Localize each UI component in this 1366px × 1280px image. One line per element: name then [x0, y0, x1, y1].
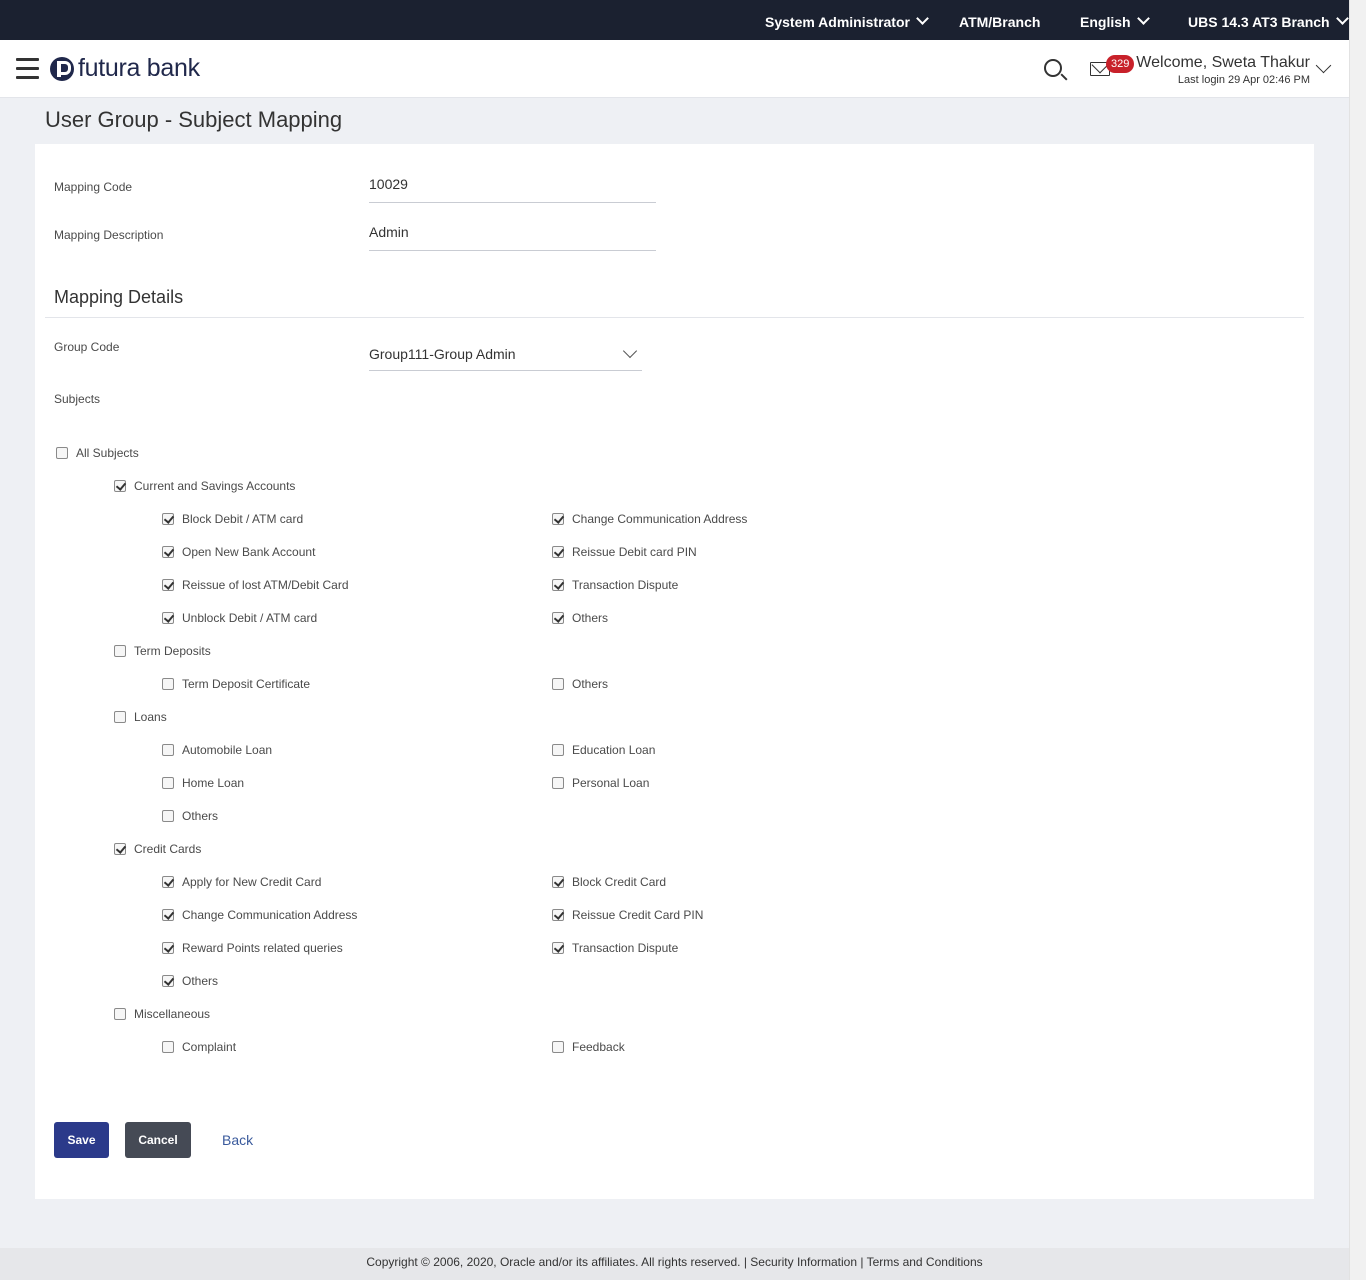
all-subjects-label: All Subjects	[76, 446, 139, 460]
subject-label: Transaction Dispute	[572, 941, 679, 955]
mapping-form-card: Mapping Code 10029 Mapping Description A…	[35, 144, 1314, 1199]
category-checkbox[interactable]	[114, 711, 126, 723]
subject-checkbox[interactable]	[552, 513, 564, 525]
subject-checkbox[interactable]	[552, 909, 564, 921]
subject-checkbox[interactable]	[552, 876, 564, 888]
subject-label: Others	[182, 974, 219, 988]
subject-label: Term Deposit Certificate	[182, 677, 311, 691]
subject-checkbox[interactable]	[162, 744, 174, 756]
hamburger-menu-icon[interactable]	[16, 58, 39, 80]
group-code-select[interactable]: Group111-Group Admin	[369, 344, 642, 371]
category-label: Loans	[134, 710, 167, 724]
role-label: System Administrator	[765, 14, 910, 30]
all-subjects-checkbox[interactable]	[56, 447, 68, 459]
category-label: Miscellaneous	[134, 1007, 211, 1021]
subject-label: Automobile Loan	[182, 743, 273, 757]
chevron-down-icon	[1335, 12, 1349, 25]
section-divider	[45, 317, 1304, 318]
chevron-down-icon	[916, 12, 929, 25]
app-header: futura bank 329 Welcome, Sweta Thakur La…	[0, 40, 1349, 98]
subject-checkbox[interactable]	[552, 1041, 564, 1053]
subject-label: Apply for New Credit Card	[182, 875, 322, 889]
top-bar: System Administrator ATM/Branch English …	[0, 0, 1349, 40]
subject-label: Others	[182, 809, 219, 823]
subject-checkbox[interactable]	[162, 942, 174, 954]
footer-text: Copyright © 2006, 2020, Oracle and/or it…	[366, 1255, 983, 1269]
notification-badge[interactable]: 329	[1106, 55, 1135, 73]
subject-label: Complaint	[182, 1040, 237, 1054]
subject-checkbox[interactable]	[162, 513, 174, 525]
mapping-description-field: Admin	[369, 222, 656, 251]
mapping-code-field: 10029	[369, 174, 656, 203]
role-dropdown[interactable]: System Administrator	[765, 0, 929, 40]
entity-label: UBS 14.3 AT3 Branch	[1188, 14, 1330, 30]
subject-label: Others	[572, 677, 609, 691]
subject-label: Block Credit Card	[572, 875, 667, 889]
subject-label: Reward Points related queries	[182, 941, 343, 955]
logo-text: futura bank	[78, 54, 200, 82]
back-link[interactable]: Back	[222, 1132, 253, 1148]
group-code-label: Group Code	[54, 340, 120, 354]
subject-checkbox[interactable]	[162, 777, 174, 789]
subject-checkbox[interactable]	[162, 1041, 174, 1053]
subject-checkbox[interactable]	[162, 678, 174, 690]
subject-label: Transaction Dispute	[572, 578, 679, 592]
subject-label: Reissue Credit Card PIN	[572, 908, 704, 922]
subject-label: Block Debit / ATM card	[182, 512, 304, 526]
subject-label: Feedback	[572, 1040, 625, 1054]
subject-checkbox[interactable]	[552, 579, 564, 591]
subject-label: Open New Bank Account	[182, 545, 316, 559]
subject-checkbox[interactable]	[162, 876, 174, 888]
welcome-text[interactable]: Welcome, Sweta Thakur	[1136, 54, 1310, 72]
subjects-label: Subjects	[54, 392, 101, 406]
chevron-down-icon	[1136, 12, 1150, 25]
subject-label: Education Loan	[572, 743, 656, 757]
mapping-code-label: Mapping Code	[54, 180, 133, 194]
mapping-details-title: Mapping Details	[54, 287, 184, 307]
language-dropdown[interactable]: English	[1080, 0, 1150, 40]
subject-label: Reissue Debit card PIN	[572, 545, 697, 559]
subject-checkbox[interactable]	[162, 909, 174, 921]
page-title: User Group - Subject Mapping	[45, 107, 343, 132]
category-label: Current and Savings Accounts	[134, 479, 296, 493]
subject-checkbox[interactable]	[162, 612, 174, 624]
save-button[interactable]: Save	[54, 1122, 109, 1158]
subject-checkbox[interactable]	[162, 810, 174, 822]
page-scrollbar[interactable]	[1349, 0, 1366, 1280]
subject-label: Others	[572, 611, 609, 625]
subject-checkbox[interactable]	[162, 579, 174, 591]
subject-checkbox[interactable]	[552, 678, 564, 690]
category-checkbox[interactable]	[114, 843, 126, 855]
subject-checkbox[interactable]	[552, 777, 564, 789]
footer: Copyright © 2006, 2020, Oracle and/or it…	[0, 1248, 1349, 1280]
subject-checkbox[interactable]	[162, 546, 174, 558]
subject-label: Personal Loan	[572, 776, 650, 790]
chevron-down-icon[interactable]	[1315, 57, 1332, 74]
subject-label: Change Communication Address	[182, 908, 358, 922]
entity-dropdown[interactable]: UBS 14.3 AT3 Branch	[1188, 0, 1349, 40]
subject-label: Change Communication Address	[572, 512, 748, 526]
category-checkbox[interactable]	[114, 645, 126, 657]
mapping-description-label: Mapping Description	[54, 228, 164, 242]
last-login-text: Last login 29 Apr 02:46 PM	[1177, 74, 1310, 86]
search-icon[interactable]	[1044, 59, 1062, 77]
subject-checkbox[interactable]	[552, 942, 564, 954]
subject-label: Home Loan	[182, 776, 245, 790]
category-checkbox[interactable]	[114, 480, 126, 492]
subject-checkbox[interactable]	[552, 612, 564, 624]
category-label: Credit Cards	[134, 842, 202, 856]
subject-checkbox[interactable]	[162, 975, 174, 987]
subject-label: Unblock Debit / ATM card	[182, 611, 318, 625]
category-checkbox[interactable]	[114, 1008, 126, 1020]
subject-checkbox[interactable]	[552, 546, 564, 558]
subject-label: Reissue of lost ATM/Debit Card	[182, 578, 349, 592]
category-label: Term Deposits	[134, 644, 211, 658]
atm-branch-link[interactable]: ATM/Branch	[959, 0, 1040, 40]
cancel-button[interactable]: Cancel	[125, 1122, 191, 1158]
group-code-value: Group111-Group Admin	[369, 346, 516, 362]
subject-checkbox[interactable]	[552, 744, 564, 756]
logo-mark-icon	[50, 57, 74, 81]
language-label: English	[1080, 14, 1131, 30]
